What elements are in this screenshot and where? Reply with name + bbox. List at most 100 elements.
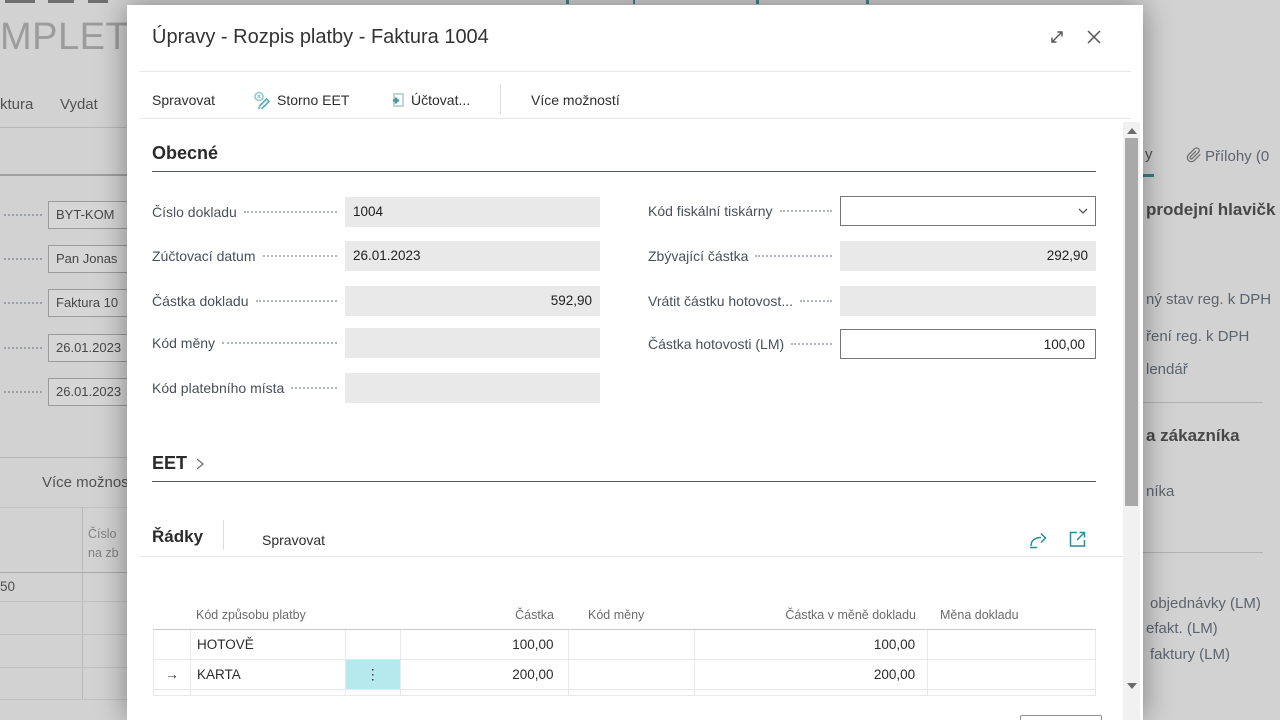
expand-dialog-icon[interactable] bbox=[1048, 28, 1066, 46]
eet-heading-label: EET bbox=[152, 453, 187, 474]
kod-meny-field bbox=[345, 328, 600, 358]
bg-factbox-heading: a zákazníka bbox=[1146, 426, 1240, 446]
bg-divider bbox=[0, 127, 140, 128]
table-row-partial bbox=[153, 690, 1096, 696]
field-label: Kód fiskální tiskárny bbox=[648, 203, 773, 219]
scroll-down-arrow-icon[interactable] bbox=[1127, 683, 1137, 689]
dotted-leader bbox=[244, 211, 337, 213]
payment-code-cell[interactable]: KARTA bbox=[191, 660, 346, 689]
kod-fiskalni-tiskarny-input[interactable] bbox=[840, 196, 1096, 226]
column-header-amount-doc-currency[interactable]: Částka v měně dokladu bbox=[695, 599, 928, 629]
share-icon[interactable] bbox=[1028, 529, 1050, 549]
lines-manage-button[interactable]: Spravovat bbox=[262, 530, 325, 550]
bg-row-line bbox=[0, 601, 140, 602]
field-row-castka-dokladu: Částka dokladu 592,90 bbox=[152, 286, 600, 316]
open-in-new-window-icon[interactable] bbox=[1068, 529, 1088, 549]
row-menu-cell[interactable] bbox=[346, 630, 401, 659]
empty-cell bbox=[569, 690, 696, 695]
bg-tab-active-underline bbox=[1143, 174, 1154, 177]
section-heading-general: Obecné bbox=[152, 143, 218, 164]
amount-doc-currency-cell[interactable]: 200,00 bbox=[695, 660, 928, 689]
castka-hotovosti-input[interactable] bbox=[840, 329, 1096, 359]
payment-breakdown-dialog: Úpravy - Rozpis platby - Faktura 1004 Sp… bbox=[127, 5, 1143, 720]
table-row: HOTOVĚ 100,00 100,00 bbox=[153, 630, 1096, 660]
bg-table-cell: 50 bbox=[0, 579, 15, 594]
vertical-scrollbar[interactable] bbox=[1123, 122, 1140, 720]
field-row-vratit-castku: Vrátit částku hotovost... bbox=[648, 286, 1096, 316]
toolbar-more-options-button[interactable]: Více možností bbox=[531, 90, 620, 110]
bg-factbox-link: objednávky (LM) bbox=[1150, 595, 1261, 612]
payment-code-cell[interactable]: HOTOVĚ bbox=[191, 630, 346, 659]
bg-factbox-link: ření reg. k DPH bbox=[1146, 328, 1249, 345]
field-row-zbyvajici-castka: Zbývající částka 292,90 bbox=[648, 241, 1096, 271]
close-dialog-icon[interactable] bbox=[1084, 27, 1104, 47]
section-heading-eet[interactable]: EET bbox=[152, 453, 205, 474]
doc-currency-cell[interactable] bbox=[928, 630, 1096, 659]
field-label: Částka dokladu bbox=[152, 293, 249, 309]
bg-row-line bbox=[0, 634, 140, 635]
doc-currency-cell[interactable] bbox=[928, 660, 1096, 689]
zuctovaci-datum-field: 26.01.2023 bbox=[345, 241, 600, 271]
field-row-cislo-dokladu: Číslo dokladu 1004 bbox=[152, 197, 600, 227]
dotted-leader bbox=[263, 255, 338, 257]
empty-cell bbox=[154, 690, 191, 695]
field-label: Kód měny bbox=[152, 335, 215, 351]
field-row-kod-fiskalni-tiskarny: Kód fiskální tiskárny bbox=[648, 196, 1096, 226]
bg-divider bbox=[0, 174, 140, 176]
section-underline bbox=[152, 171, 1096, 172]
column-header-currency-code[interactable]: Kód měny bbox=[568, 599, 695, 629]
bg-top-fragment bbox=[756, 0, 759, 4]
toolbar-storno-eet-button[interactable]: Storno EET bbox=[253, 90, 349, 110]
column-header-doc-currency[interactable]: Měna dokladu bbox=[928, 599, 1096, 629]
dotted-leader bbox=[4, 302, 42, 304]
empty-cell bbox=[346, 690, 401, 695]
bg-attachments-tab: Přílohy (0 bbox=[1205, 148, 1269, 165]
field-row-zuctovaci-datum: Zúčtovací datum 26.01.2023 bbox=[152, 241, 600, 271]
bg-divider bbox=[0, 572, 140, 573]
dialog-bottom-button[interactable] bbox=[1020, 715, 1102, 720]
castka-hotovosti-fieldwrap bbox=[840, 329, 1096, 359]
bg-row-line bbox=[0, 667, 140, 668]
field-row-kod-meny: Kód měny bbox=[152, 328, 600, 358]
kod-platebniho-mista-field bbox=[345, 373, 600, 403]
bg-top-fragment bbox=[48, 0, 74, 3]
lines-bar-separator bbox=[223, 520, 224, 550]
dotted-leader bbox=[291, 387, 337, 389]
currency-code-cell[interactable] bbox=[569, 660, 696, 689]
field-label: Zbývající částka bbox=[648, 248, 748, 264]
bg-factbox-link: efakt. (LM) bbox=[1146, 620, 1218, 637]
section-underline bbox=[152, 481, 1096, 482]
bg-top-fragment bbox=[633, 0, 635, 4]
column-header-payment-code[interactable]: Kód způsobu platby bbox=[190, 599, 345, 629]
dotted-leader bbox=[800, 300, 832, 302]
amount-cell[interactable]: 100,00 bbox=[401, 630, 569, 659]
bg-table-column-line bbox=[82, 507, 83, 700]
scroll-up-arrow-icon[interactable] bbox=[1127, 128, 1137, 134]
column-header-amount[interactable]: Částka bbox=[400, 599, 568, 629]
divider bbox=[139, 71, 1131, 72]
currency-code-cell[interactable] bbox=[569, 630, 696, 659]
bg-more-options: Více možností bbox=[42, 474, 137, 491]
toolbar-manage-button[interactable]: Spravovat bbox=[152, 90, 215, 110]
table-row-selected: → KARTA ⋮ 200,00 200,00 bbox=[153, 660, 1096, 690]
chevron-down-icon[interactable] bbox=[1077, 205, 1089, 217]
toolbar-post-button[interactable]: Účtovat... bbox=[388, 90, 470, 110]
field-label: Částka hotovosti (LM) bbox=[648, 336, 784, 352]
amount-cell[interactable]: 200,00 bbox=[401, 660, 569, 689]
header-spacer bbox=[345, 599, 400, 629]
bg-table-header: na zb bbox=[88, 546, 119, 560]
kod-fiskalni-tiskarny-combobox bbox=[840, 196, 1096, 226]
bg-divider bbox=[0, 457, 140, 458]
zbyvajici-castka-field: 292,90 bbox=[840, 241, 1096, 271]
row-menu-button[interactable]: ⋮ bbox=[346, 660, 401, 689]
scrollbar-thumb[interactable] bbox=[1125, 138, 1138, 506]
lines-heading: Řádky bbox=[152, 527, 203, 547]
toolbar-more-options-label: Více možností bbox=[531, 92, 620, 108]
paperclip-icon bbox=[1186, 147, 1202, 163]
bg-tab-faktura: ktura bbox=[0, 96, 33, 113]
dotted-leader bbox=[780, 210, 833, 212]
amount-doc-currency-cell[interactable]: 100,00 bbox=[695, 630, 928, 659]
row-indicator-cell bbox=[154, 630, 191, 659]
bg-divider bbox=[1143, 402, 1263, 403]
field-label: Zúčtovací datum bbox=[152, 248, 256, 264]
